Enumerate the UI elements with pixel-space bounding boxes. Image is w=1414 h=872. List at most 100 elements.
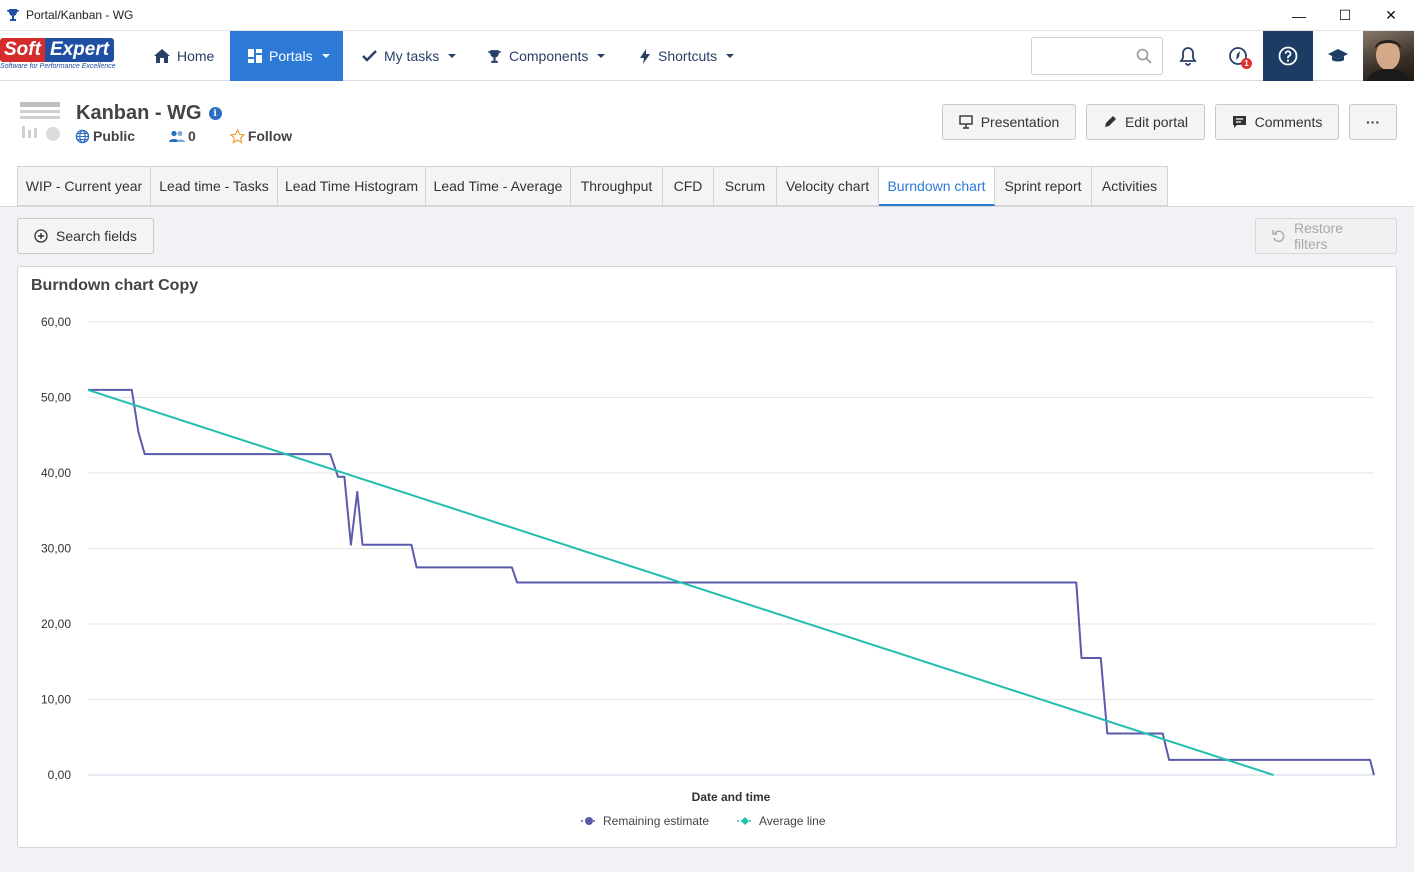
portals-icon: [248, 49, 262, 63]
search-fields-label: Search fields: [56, 228, 137, 244]
bell-icon: [1179, 47, 1197, 66]
logo-expert: Expert: [44, 38, 115, 62]
comments-label: Comments: [1254, 114, 1323, 130]
tab-throughput[interactable]: Throughput: [571, 166, 663, 206]
tab-wip-current-year[interactable]: WIP - Current year: [17, 166, 151, 206]
restore-filters-button[interactable]: Restore filters: [1255, 218, 1397, 254]
legend-average-line[interactable]: Average line: [759, 814, 826, 828]
window-title: Portal/Kanban - WG: [26, 8, 134, 22]
chevron-down-icon: [726, 54, 735, 58]
y-tick-label: 0,00: [48, 768, 72, 782]
tab-lead-time-histogram[interactable]: Lead Time Histogram: [278, 166, 426, 206]
edit-portal-button[interactable]: Edit portal: [1086, 104, 1205, 140]
users-icon: [169, 130, 186, 142]
more-options-label: ···: [1366, 114, 1380, 130]
nav-my-tasks[interactable]: My tasks: [362, 31, 457, 81]
softexpert-logo[interactable]: Soft Expert Software for Performance Exc…: [0, 38, 132, 74]
edit-portal-label: Edit portal: [1124, 114, 1189, 130]
help-button[interactable]: [1263, 31, 1313, 81]
nav-shortcuts-label: Shortcuts: [658, 48, 718, 64]
nav-my-tasks-label: My tasks: [384, 48, 440, 64]
y-tick-label: 10,00: [41, 693, 71, 707]
legend-marker: [585, 817, 593, 825]
nav-portals[interactable]: Portals: [230, 31, 343, 81]
graduation-cap-icon: [1328, 49, 1348, 62]
pencil-icon: [1104, 116, 1116, 127]
nav-home-label: Home: [177, 48, 215, 64]
tab-activities[interactable]: Activities: [1092, 166, 1168, 206]
y-tick-label: 30,00: [41, 542, 71, 556]
presentation-icon: [958, 115, 973, 129]
portal-tabs: WIP - Current year Lead time - Tasks Lea…: [17, 166, 1168, 206]
notifications-button[interactable]: [1163, 31, 1213, 81]
legend-remaining-estimate[interactable]: Remaining estimate: [603, 814, 709, 828]
help-icon: [1278, 46, 1298, 66]
chevron-down-icon: [597, 54, 606, 58]
logo-tagline: Software for Performance Excellence: [0, 63, 116, 70]
maximize-icon[interactable]: ☐: [1322, 0, 1368, 31]
presentation-button[interactable]: Presentation: [942, 104, 1076, 140]
members-count[interactable]: 0: [169, 128, 196, 144]
globe-icon: [75, 129, 90, 143]
y-tick-label: 50,00: [41, 391, 71, 405]
notification-badge: 1: [1241, 58, 1252, 69]
portal-header: Kanban - WG i Public 0 Follow Presentati…: [0, 82, 1414, 206]
nav-shortcuts[interactable]: Shortcuts: [639, 31, 735, 81]
nav-components[interactable]: Components: [487, 31, 606, 81]
minimize-icon[interactable]: —: [1276, 0, 1322, 31]
global-search[interactable]: [1031, 37, 1163, 75]
trophy-icon: [488, 49, 501, 63]
info-icon[interactable]: i: [208, 107, 222, 120]
page-title: Kanban - WG: [76, 102, 202, 124]
search-fields-button[interactable]: Search fields: [17, 218, 154, 254]
lightning-icon: [640, 48, 650, 64]
y-tick-label: 20,00: [41, 617, 71, 631]
more-options-button[interactable]: ···: [1349, 104, 1397, 140]
nav-home[interactable]: Home: [154, 31, 214, 81]
tab-burndown-chart[interactable]: Burndown chart: [879, 166, 995, 206]
app-header: Soft Expert Software for Performance Exc…: [0, 31, 1414, 81]
window-titlebar: Portal/Kanban - WG — ☐ ✕: [0, 0, 1414, 31]
tab-sprint-report[interactable]: Sprint report: [995, 166, 1092, 206]
remaining-estimate-line: [88, 388, 1375, 776]
presentation-label: Presentation: [980, 114, 1060, 130]
follow-label: Follow: [247, 128, 293, 144]
legend-marker: [741, 817, 749, 825]
home-icon: [154, 49, 170, 63]
plus-circle-icon: [34, 229, 48, 243]
members-count-label: 0: [188, 128, 196, 144]
search-input[interactable]: [1038, 38, 1138, 72]
logo-soft: Soft: [0, 38, 45, 62]
tab-velocity-chart[interactable]: Velocity chart: [777, 166, 879, 206]
portal-icon: [18, 100, 64, 147]
burndown-chart: 0,00 10,00 20,00 30,00 40,00 50,00 60,00 Date a…: [41, 315, 1375, 828]
search-icon[interactable]: [1136, 48, 1152, 64]
tab-lead-time-tasks[interactable]: Lead time - Tasks: [151, 166, 278, 206]
visibility-indicator: Public: [75, 128, 135, 144]
user-avatar[interactable]: [1363, 31, 1414, 81]
check-icon: [362, 50, 377, 62]
learning-button[interactable]: [1313, 31, 1363, 81]
average-line: [87, 388, 1274, 776]
tab-lead-time-average[interactable]: Lead Time - Average: [426, 166, 571, 206]
comment-icon: [1232, 116, 1246, 128]
nav-components-label: Components: [509, 48, 589, 64]
chart-panel: Burndown chart Copy 0,00 10,00 20,00 30,00 4…: [17, 266, 1397, 848]
portal-content: Search fields Restore filters Burndown c…: [0, 206, 1414, 872]
star-icon: [229, 128, 245, 144]
undo-icon: [1272, 230, 1285, 242]
chevron-down-icon: [321, 54, 330, 58]
restore-filters-label: Restore filters: [1293, 220, 1343, 252]
nav-portals-label: Portals: [269, 48, 313, 64]
activity-button[interactable]: 1: [1213, 31, 1263, 81]
x-axis-title: Date and time: [692, 790, 771, 804]
close-icon[interactable]: ✕: [1368, 0, 1414, 31]
y-tick-label: 40,00: [41, 466, 71, 480]
comments-button[interactable]: Comments: [1215, 104, 1339, 140]
visibility-label: Public: [93, 128, 136, 144]
tab-cfd[interactable]: CFD: [663, 166, 714, 206]
y-tick-label: 60,00: [41, 315, 71, 329]
tab-scrum[interactable]: Scrum: [714, 166, 777, 206]
follow-button[interactable]: Follow: [229, 128, 293, 144]
trophy-icon: [0, 8, 26, 22]
